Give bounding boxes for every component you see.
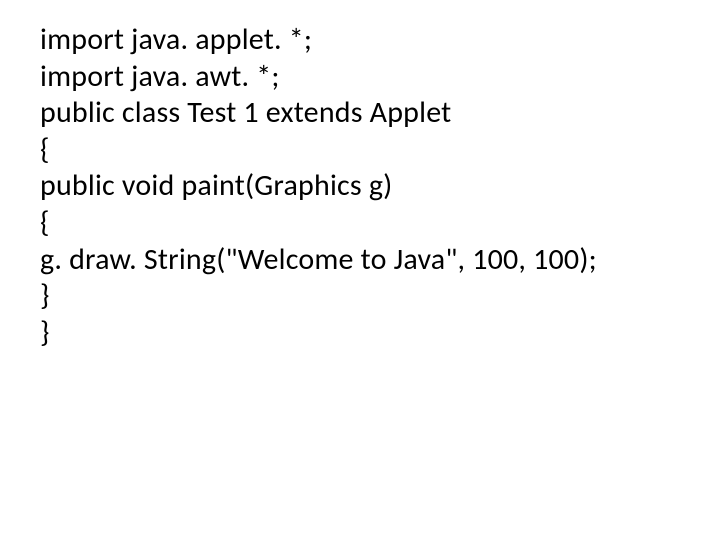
code-line-7: }	[40, 278, 680, 315]
code-line-3: {	[40, 132, 680, 169]
code-line-8: }	[40, 315, 680, 352]
code-line-4: public void paint(Graphics g)	[40, 168, 680, 205]
code-line-5: {	[40, 205, 680, 242]
code-line-2: public class Test 1 extends Applet	[40, 95, 680, 132]
code-line-6: g. draw. String("Welcome to Java", 100, …	[40, 242, 680, 279]
code-line-1: import java. awt. *;	[40, 59, 680, 96]
code-line-0: import java. applet. *;	[40, 22, 680, 59]
code-slide: import java. applet. *; import java. awt…	[0, 0, 720, 373]
